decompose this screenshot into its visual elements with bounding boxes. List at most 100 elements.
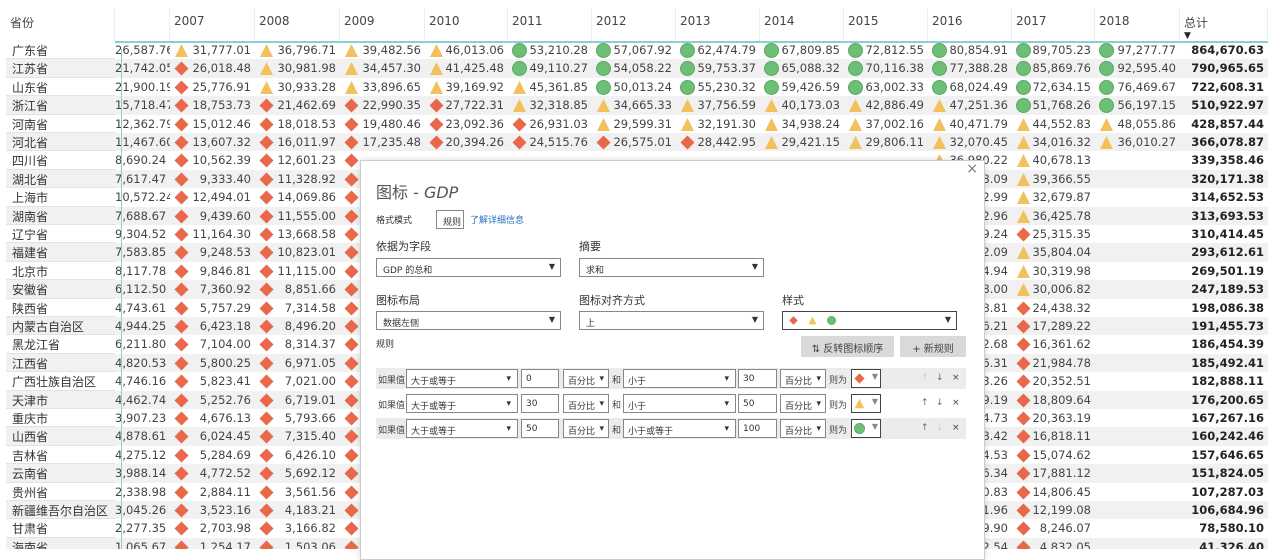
header-year[interactable]: 2007 xyxy=(170,8,255,41)
move-down-icon[interactable]: ↓ xyxy=(936,398,944,408)
province-name[interactable]: 广西壮族自治区 xyxy=(6,372,115,391)
header-province[interactable]: 省份 xyxy=(6,8,115,41)
rule-type-1-select[interactable]: 百分比 ▾ xyxy=(563,419,609,438)
header-year[interactable] xyxy=(115,8,170,41)
province-name[interactable]: 上海市 xyxy=(6,188,115,207)
rule-operator-1-select[interactable]: 大于或等于 ▾ xyxy=(406,394,518,413)
province-name[interactable]: 重庆市 xyxy=(6,409,115,428)
rule-type-2-select[interactable]: 百分比 ▾ xyxy=(780,394,826,413)
rule-operator-2-select[interactable]: 小于或等于 ▾ xyxy=(623,419,736,438)
gdp-value: 54,058.22 xyxy=(613,61,672,76)
province-name[interactable]: 辽宁省 xyxy=(6,225,115,244)
rule-operator-2-select[interactable]: 小于 ▾ xyxy=(623,394,736,413)
diamond-icon xyxy=(174,227,189,242)
province-name[interactable]: 山东省 xyxy=(6,77,115,97)
gdp-cell: 27,722.31 xyxy=(425,96,508,114)
province-name[interactable]: 四川省 xyxy=(6,151,115,170)
reverse-icon-order-button[interactable]: ⇅ 反转图标顺序 xyxy=(801,336,894,357)
format-mode-select[interactable]: 规则 xyxy=(436,210,464,229)
header-year[interactable]: 2011 xyxy=(508,8,592,41)
rule-type-2-select[interactable]: 百分比 ▾ xyxy=(780,369,826,388)
gdp-cell: 5,757.29 xyxy=(170,299,255,317)
rule-operator-1-select[interactable]: 大于或等于 ▾ xyxy=(406,369,518,388)
province-name[interactable]: 云南省 xyxy=(6,464,115,483)
based-on-select[interactable]: GDP 的总和 ▼ xyxy=(376,258,561,277)
move-up-icon[interactable]: ↑ xyxy=(921,373,929,383)
province-name[interactable]: 吉林省 xyxy=(6,445,115,465)
province-name[interactable]: 福建省 xyxy=(6,243,115,262)
header-year[interactable]: 2017 xyxy=(1012,8,1095,41)
header-year[interactable]: 2008 xyxy=(255,8,340,41)
summary-select[interactable]: 求和 ▼ xyxy=(579,258,764,277)
delete-rule-icon[interactable]: × xyxy=(952,423,960,433)
rule-upper-value-input[interactable]: 50 xyxy=(738,394,777,413)
gdp-value: 7,104.00 xyxy=(199,337,251,352)
move-down-icon[interactable]: ↓ xyxy=(936,373,944,383)
header-year[interactable]: 2009 xyxy=(340,8,425,41)
rule-type-2-select[interactable]: 百分比 ▾ xyxy=(780,419,826,438)
rule-type-1-select[interactable]: 百分比 ▾ xyxy=(563,369,609,388)
style-select[interactable]: ▼ xyxy=(782,311,957,330)
triangle-icon xyxy=(932,135,947,150)
gdp-cell: 8,690.24 xyxy=(115,151,170,169)
close-icon[interactable]: × xyxy=(966,161,978,177)
header-year[interactable]: 2018 xyxy=(1095,8,1180,41)
province-name[interactable]: 海南省 xyxy=(6,537,115,549)
layout-select[interactable]: 数据左侧 ▼ xyxy=(376,311,561,330)
province-name[interactable]: 天津市 xyxy=(6,390,115,409)
diamond-icon xyxy=(259,466,274,481)
gdp-value: 80,854.91 xyxy=(949,43,1008,57)
rule-icon-picker[interactable]: ▼ xyxy=(851,394,881,413)
gdp-value: 8,314.37 xyxy=(284,337,336,352)
move-up-icon[interactable]: ↑ xyxy=(921,423,929,433)
header-year[interactable]: 2014 xyxy=(760,8,844,41)
rule-lower-value-input[interactable]: 50 xyxy=(521,419,559,438)
province-name[interactable]: 北京市 xyxy=(6,261,115,281)
sort-desc-icon: ▼ xyxy=(1184,31,1191,41)
rule-icon-picker[interactable]: ▼ xyxy=(851,369,881,388)
rule-operator-1-select[interactable]: 大于或等于 ▾ xyxy=(406,419,518,438)
province-name[interactable]: 江苏省 xyxy=(6,59,115,78)
diamond-icon xyxy=(854,373,865,387)
province-name[interactable]: 湖南省 xyxy=(6,206,115,225)
delete-rule-icon[interactable]: × xyxy=(952,398,960,408)
header-year[interactable]: 2012 xyxy=(592,8,676,41)
province-name[interactable]: 广东省 xyxy=(6,41,115,60)
province-name[interactable]: 甘肃省 xyxy=(6,519,115,538)
province-name[interactable]: 贵州省 xyxy=(6,482,115,501)
gdp-value: 13,668.58 xyxy=(277,227,336,241)
rule-type-1-select[interactable]: 百分比 ▾ xyxy=(563,394,609,413)
rule-upper-value-input[interactable]: 30 xyxy=(738,369,777,388)
chevron-down-icon: ▼ xyxy=(751,262,758,271)
province-name[interactable]: 河南省 xyxy=(6,114,115,133)
learn-more-link[interactable]: 了解详细信息 xyxy=(470,213,524,226)
gdp-cell: 16,818.11 xyxy=(1012,427,1095,445)
province-name[interactable]: 浙江省 xyxy=(6,96,115,115)
move-up-icon[interactable]: ↑ xyxy=(921,398,929,408)
province-name[interactable]: 河北省 xyxy=(6,133,115,152)
province-name[interactable]: 湖北省 xyxy=(6,169,115,189)
province-name[interactable]: 陕西省 xyxy=(6,298,115,317)
province-name[interactable]: 山西省 xyxy=(6,427,115,446)
province-name[interactable]: 内蒙古自治区 xyxy=(6,317,115,336)
rule-lower-value-input[interactable]: 30 xyxy=(521,394,559,413)
rule-icon-picker[interactable]: ▼ xyxy=(851,419,881,438)
header-year[interactable]: 2015 xyxy=(844,8,928,41)
header-year[interactable]: 2013 xyxy=(676,8,760,41)
rule-upper-value-input[interactable]: 100 xyxy=(738,419,777,438)
rule-lower-value-input[interactable]: 0 xyxy=(521,369,559,388)
province-name[interactable]: 安徽省 xyxy=(6,280,115,299)
header-year[interactable]: 2010 xyxy=(425,8,508,41)
province-name[interactable]: 黑龙江省 xyxy=(6,335,115,354)
move-down-icon[interactable]: ↓ xyxy=(936,423,944,433)
rule-operator-2-select[interactable]: 小于 ▾ xyxy=(623,369,736,388)
header-year[interactable]: 2016 xyxy=(928,8,1012,41)
province-name[interactable]: 江西省 xyxy=(6,353,115,373)
province-name[interactable]: 新疆维吾尔自治区 xyxy=(6,501,115,520)
header-total[interactable]: 总计 ▼ xyxy=(1180,8,1268,41)
gdp-cell: 12,199.08 xyxy=(1012,501,1095,519)
gdp-cell: 1,254.17 xyxy=(170,538,255,549)
new-rule-button[interactable]: + 新规则 xyxy=(900,336,966,357)
delete-rule-icon[interactable]: × xyxy=(952,373,960,383)
align-select[interactable]: 上 ▼ xyxy=(579,311,764,330)
